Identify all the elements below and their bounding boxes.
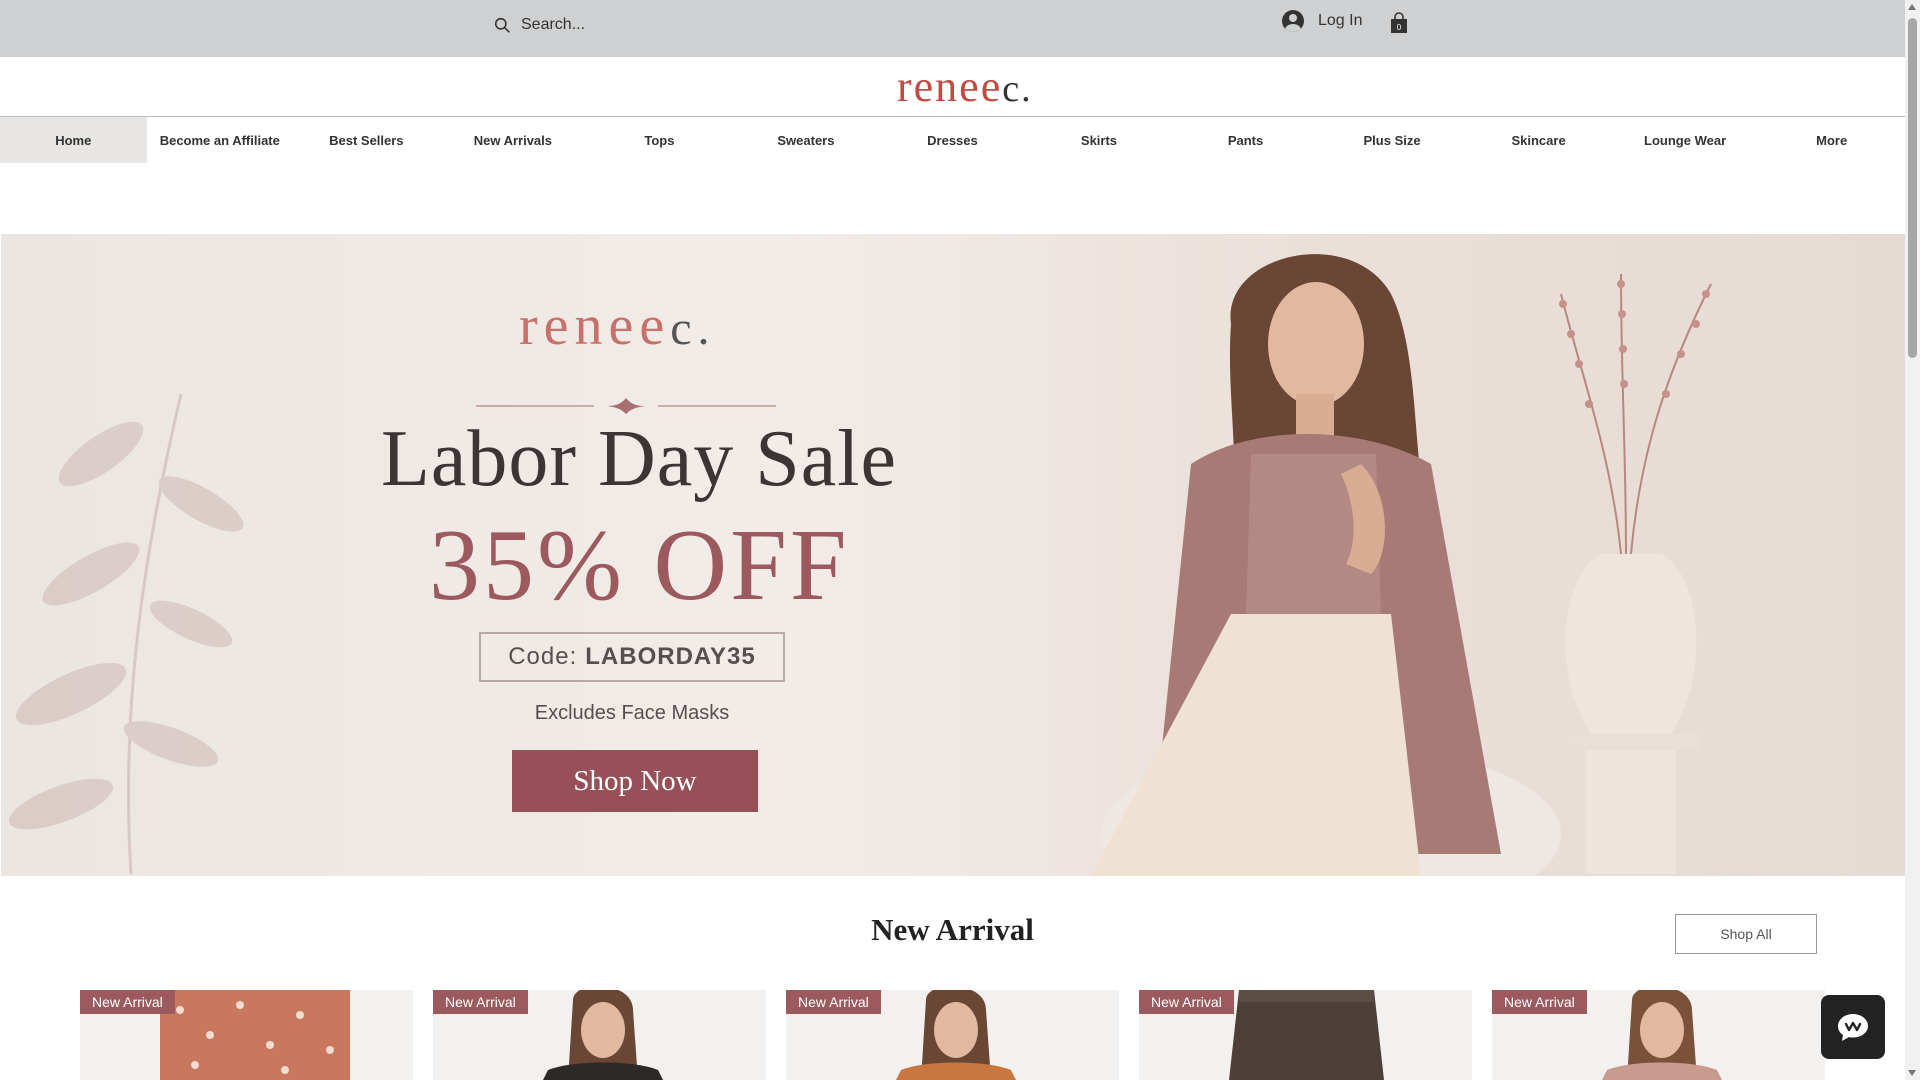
product-card[interactable]: New Arrival	[1139, 990, 1472, 1080]
cart-bag-icon[interactable]: 0	[1390, 12, 1408, 34]
hero-logo-end: c.	[670, 302, 716, 355]
page-scrollbar[interactable]	[1905, 0, 1920, 1080]
hero-logo-main: renee	[519, 295, 671, 357]
new-arrival-badge: New Arrival	[433, 990, 528, 1014]
discount-text: 35% OFF	[429, 509, 850, 622]
top-utility-bar: Log In 0	[0, 0, 1905, 57]
product-card[interactable]: New Arrival	[786, 990, 1119, 1080]
nav-item-best-sellers[interactable]: Best Sellers	[293, 117, 440, 163]
scroll-thumb[interactable]	[1908, 18, 1917, 358]
search-box[interactable]	[494, 12, 794, 38]
logo-end-text: c.	[1002, 68, 1033, 110]
shop-all-button[interactable]: Shop All	[1675, 914, 1817, 954]
nav-item-dresses[interactable]: Dresses	[879, 117, 1026, 163]
hero-banner[interactable]: reneec. Labor Day Sale 35% OFF Code: LAB…	[1, 234, 1905, 876]
scroll-up-arrow-icon[interactable]	[1908, 4, 1916, 10]
new-arrival-badge: New Arrival	[80, 990, 175, 1014]
exclusion-note: Excludes Face Masks	[534, 702, 730, 724]
vase-decoration	[1559, 273, 1712, 874]
search-icon	[494, 17, 510, 33]
nav-item-plus-size[interactable]: Plus Size	[1319, 117, 1466, 163]
leaf-decoration	[8, 393, 244, 874]
logo-strip: reneec.	[0, 57, 1905, 117]
login-label: Log In	[1318, 12, 1363, 29]
chat-widget-button[interactable]	[1821, 995, 1885, 1059]
product-card[interactable]: New Arrival	[1492, 990, 1825, 1080]
section-title: New Arrival	[871, 912, 1034, 947]
promo-code-box: Code: LABORDAY35	[479, 632, 785, 682]
user-avatar-icon	[1282, 10, 1304, 32]
nav-item-lounge-wear[interactable]: Lounge Wear	[1612, 117, 1759, 163]
nav-item-sweaters[interactable]: Sweaters	[733, 117, 880, 163]
new-arrival-badge: New Arrival	[1139, 990, 1234, 1014]
sale-title: Labor Day Sale	[381, 415, 898, 503]
new-arrival-badge: New Arrival	[1492, 990, 1587, 1014]
nav-item-become-an-affiliate[interactable]: Become an Affiliate	[147, 117, 294, 163]
logo-main-text: renee	[897, 62, 1003, 111]
nav-item-skincare[interactable]: Skincare	[1465, 117, 1612, 163]
search-input[interactable]	[521, 16, 761, 34]
ornament-divider	[476, 398, 776, 414]
product-card[interactable]: New Arrival	[80, 990, 413, 1080]
code-label: Code:	[508, 643, 578, 670]
site-logo[interactable]: reneec.	[897, 61, 1033, 112]
nav-item-new-arrivals[interactable]: New Arrivals	[440, 117, 587, 163]
product-card[interactable]: New Arrival	[433, 990, 766, 1080]
cart-count: 0	[1397, 23, 1402, 32]
shop-now-button[interactable]: Shop Now	[512, 750, 758, 812]
product-grid: New Arrival New Arrival New Arrival New …	[80, 990, 1825, 1080]
new-arrival-badge: New Arrival	[786, 990, 881, 1014]
code-value: LABORDAY35	[585, 643, 756, 670]
chat-bubble-icon	[1838, 1014, 1868, 1041]
nav-item-more[interactable]: More	[1758, 117, 1905, 163]
nav-item-home[interactable]: Home	[0, 117, 147, 163]
login-button[interactable]: Log In	[1282, 10, 1362, 32]
nav-item-skirts[interactable]: Skirts	[1026, 117, 1173, 163]
hero-logo: reneec.	[519, 294, 716, 358]
nav-item-pants[interactable]: Pants	[1172, 117, 1319, 163]
main-navigation: Home Become an Affiliate Best Sellers Ne…	[0, 117, 1905, 163]
scroll-down-arrow-icon[interactable]	[1908, 1070, 1916, 1076]
nav-item-tops[interactable]: Tops	[586, 117, 733, 163]
